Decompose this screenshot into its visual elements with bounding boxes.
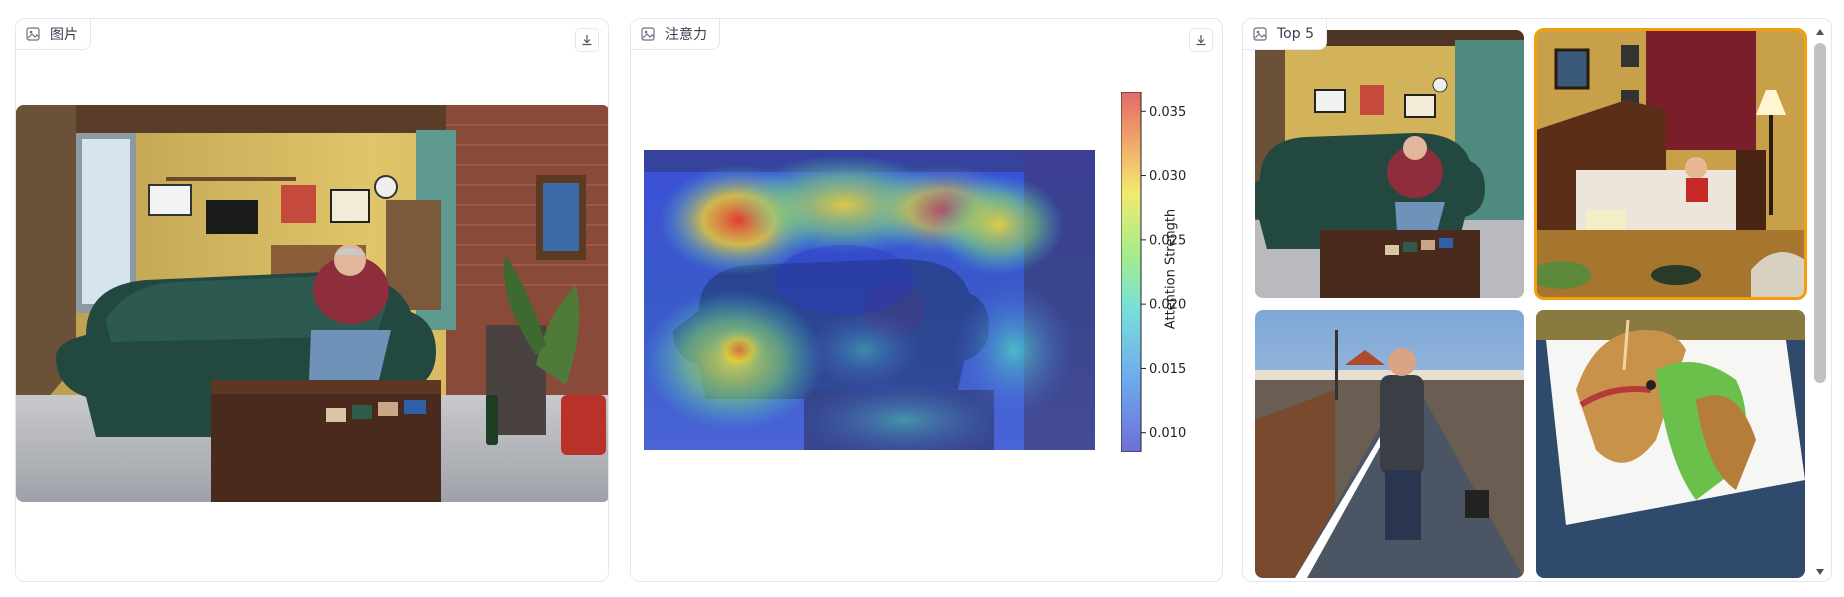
download-button[interactable] <box>1189 28 1213 52</box>
download-icon <box>1195 31 1207 50</box>
image-icon <box>1253 27 1267 41</box>
image-panel-label-text: 图片 <box>50 27 78 43</box>
chevron-down-icon <box>1815 561 1825 580</box>
gallery-thumbnail-4[interactable] <box>1536 310 1805 578</box>
input-image <box>16 105 608 502</box>
top5-panel: Top 5 <box>1242 18 1832 582</box>
scroll-up-button[interactable] <box>1814 25 1826 35</box>
colorbar-tick-label-1: 0.030 <box>1149 169 1186 184</box>
colorbar-gradient <box>1120 91 1142 453</box>
gallery-thumbnail-3[interactable] <box>1255 310 1524 578</box>
attention-heatmap <box>644 150 1095 460</box>
colorbar-tick-label-5: 0.010 <box>1149 426 1186 441</box>
top5-panel-label: Top 5 <box>1243 19 1327 50</box>
gallery-thumbnail-1[interactable] <box>1255 30 1524 298</box>
scrollbar-thumb[interactable] <box>1814 43 1826 383</box>
gallery-thumbnail-2[interactable] <box>1534 28 1807 300</box>
chevron-up-icon <box>1815 21 1825 40</box>
colorbar-label: Attention Strength <box>1163 208 1179 330</box>
attention-panel-label-text: 注意力 <box>665 27 707 43</box>
top5-panel-label-text: Top 5 <box>1277 26 1314 42</box>
attention-panel-label: 注意力 <box>631 19 720 50</box>
scroll-down-button[interactable] <box>1814 565 1826 575</box>
attention-panel: 注意力 0.035 0.030 0.025 0.020 0.015 0.010 … <box>630 18 1223 582</box>
download-icon <box>581 31 593 50</box>
image-icon <box>26 27 40 41</box>
image-icon <box>641 27 655 41</box>
image-panel: 图片 <box>15 18 609 582</box>
image-panel-label: 图片 <box>16 19 91 50</box>
colorbar-tick-label-0: 0.035 <box>1149 105 1186 120</box>
colorbar-tick-label-4: 0.015 <box>1149 362 1186 377</box>
download-button[interactable] <box>575 28 599 52</box>
